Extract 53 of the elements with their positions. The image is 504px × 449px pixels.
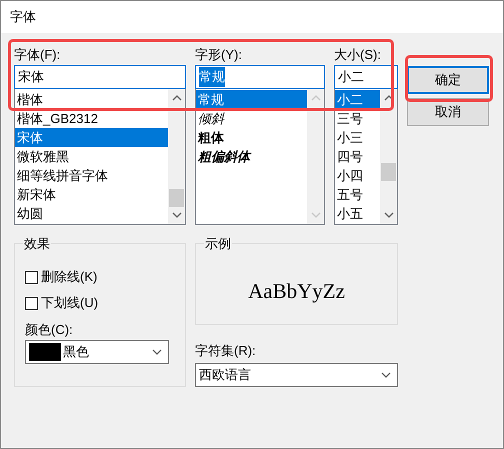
list-item[interactable]: 细等线拼音字体 bbox=[15, 166, 168, 185]
text-input[interactable]: 小二 bbox=[334, 65, 398, 89]
scrollbar-thumb[interactable] bbox=[169, 189, 184, 207]
input-value: 宋体 bbox=[18, 68, 44, 86]
list-item[interactable]: 小四 bbox=[335, 166, 380, 185]
list-box[interactable]: 小二 三号 小三 四号 小四 五号 小五 bbox=[334, 89, 398, 225]
list-item[interactable]: 楷体_GB2312 bbox=[15, 109, 168, 128]
sample-text: AaBbYyZz bbox=[248, 278, 345, 306]
list-item[interactable]: 粗偏斜体 bbox=[196, 147, 307, 166]
list-item[interactable]: 三号 bbox=[335, 109, 380, 128]
color-value: 黑色 bbox=[63, 343, 90, 362]
checkbox-label: 下划线(U) bbox=[41, 294, 98, 312]
ok-button[interactable]: 确定 bbox=[407, 66, 489, 94]
color-dropdown[interactable]: 黑色 bbox=[25, 340, 169, 364]
list-item[interactable]: 小三 bbox=[335, 128, 380, 147]
scrollbar[interactable] bbox=[380, 89, 397, 224]
list-item[interactable]: 五号 bbox=[335, 185, 380, 204]
list-item[interactable]: 小五 bbox=[335, 204, 380, 223]
list-item[interactable]: 小二 bbox=[335, 90, 380, 109]
list-box[interactable]: 楷体 楷体_GB2312 宋体 微软雅黑 细等线拼音字体 新宋体 幼圆 bbox=[14, 89, 186, 225]
window-title: 字体 bbox=[10, 8, 36, 26]
input-value: 小二 bbox=[338, 68, 364, 86]
scroll-down-icon[interactable] bbox=[172, 212, 182, 218]
list-item[interactable]: 四号 bbox=[335, 147, 380, 166]
list-item[interactable]: 微软雅黑 bbox=[15, 147, 168, 166]
text-input[interactable]: 宋体 bbox=[14, 65, 186, 89]
chevron-down-icon bbox=[152, 349, 162, 355]
list-item[interactable]: 新宋体 bbox=[15, 185, 168, 204]
scroll-up-icon[interactable] bbox=[172, 95, 182, 101]
scrollbar-thumb[interactable] bbox=[381, 163, 396, 181]
checkbox[interactable] bbox=[25, 270, 38, 284]
list-item[interactable]: 倾斜 bbox=[196, 109, 307, 128]
checkbox[interactable] bbox=[25, 296, 38, 310]
chevron-down-icon bbox=[381, 372, 391, 378]
field-label: 字形(Y): bbox=[195, 46, 243, 64]
field-label: 字符集(R): bbox=[195, 342, 257, 360]
list-item[interactable]: 粗体 bbox=[196, 128, 307, 147]
charset-value: 西欧语言 bbox=[199, 366, 252, 384]
charset-dropdown[interactable]: 西欧语言 bbox=[195, 363, 398, 387]
checkbox-label: 删除线(K) bbox=[41, 268, 98, 286]
list-item[interactable]: 幼圆 bbox=[15, 204, 168, 223]
list-item[interactable]: 宋体 bbox=[15, 128, 168, 147]
field-label: 大小(S): bbox=[334, 46, 382, 64]
field-label: 字体(F): bbox=[14, 46, 62, 64]
list-item[interactable]: 常规 bbox=[196, 90, 307, 109]
scrollbar[interactable] bbox=[168, 89, 185, 224]
text-input[interactable]: 常规 bbox=[195, 65, 325, 89]
list-box[interactable]: 常规 倾斜 粗体 粗偏斜体 bbox=[195, 89, 325, 225]
input-value: 常规 bbox=[199, 67, 225, 87]
field-label: 颜色(C): bbox=[25, 321, 74, 339]
scroll-down-icon[interactable] bbox=[384, 212, 394, 218]
list-item[interactable]: 楷体 bbox=[15, 90, 168, 109]
scroll-up-icon[interactable] bbox=[384, 95, 394, 101]
